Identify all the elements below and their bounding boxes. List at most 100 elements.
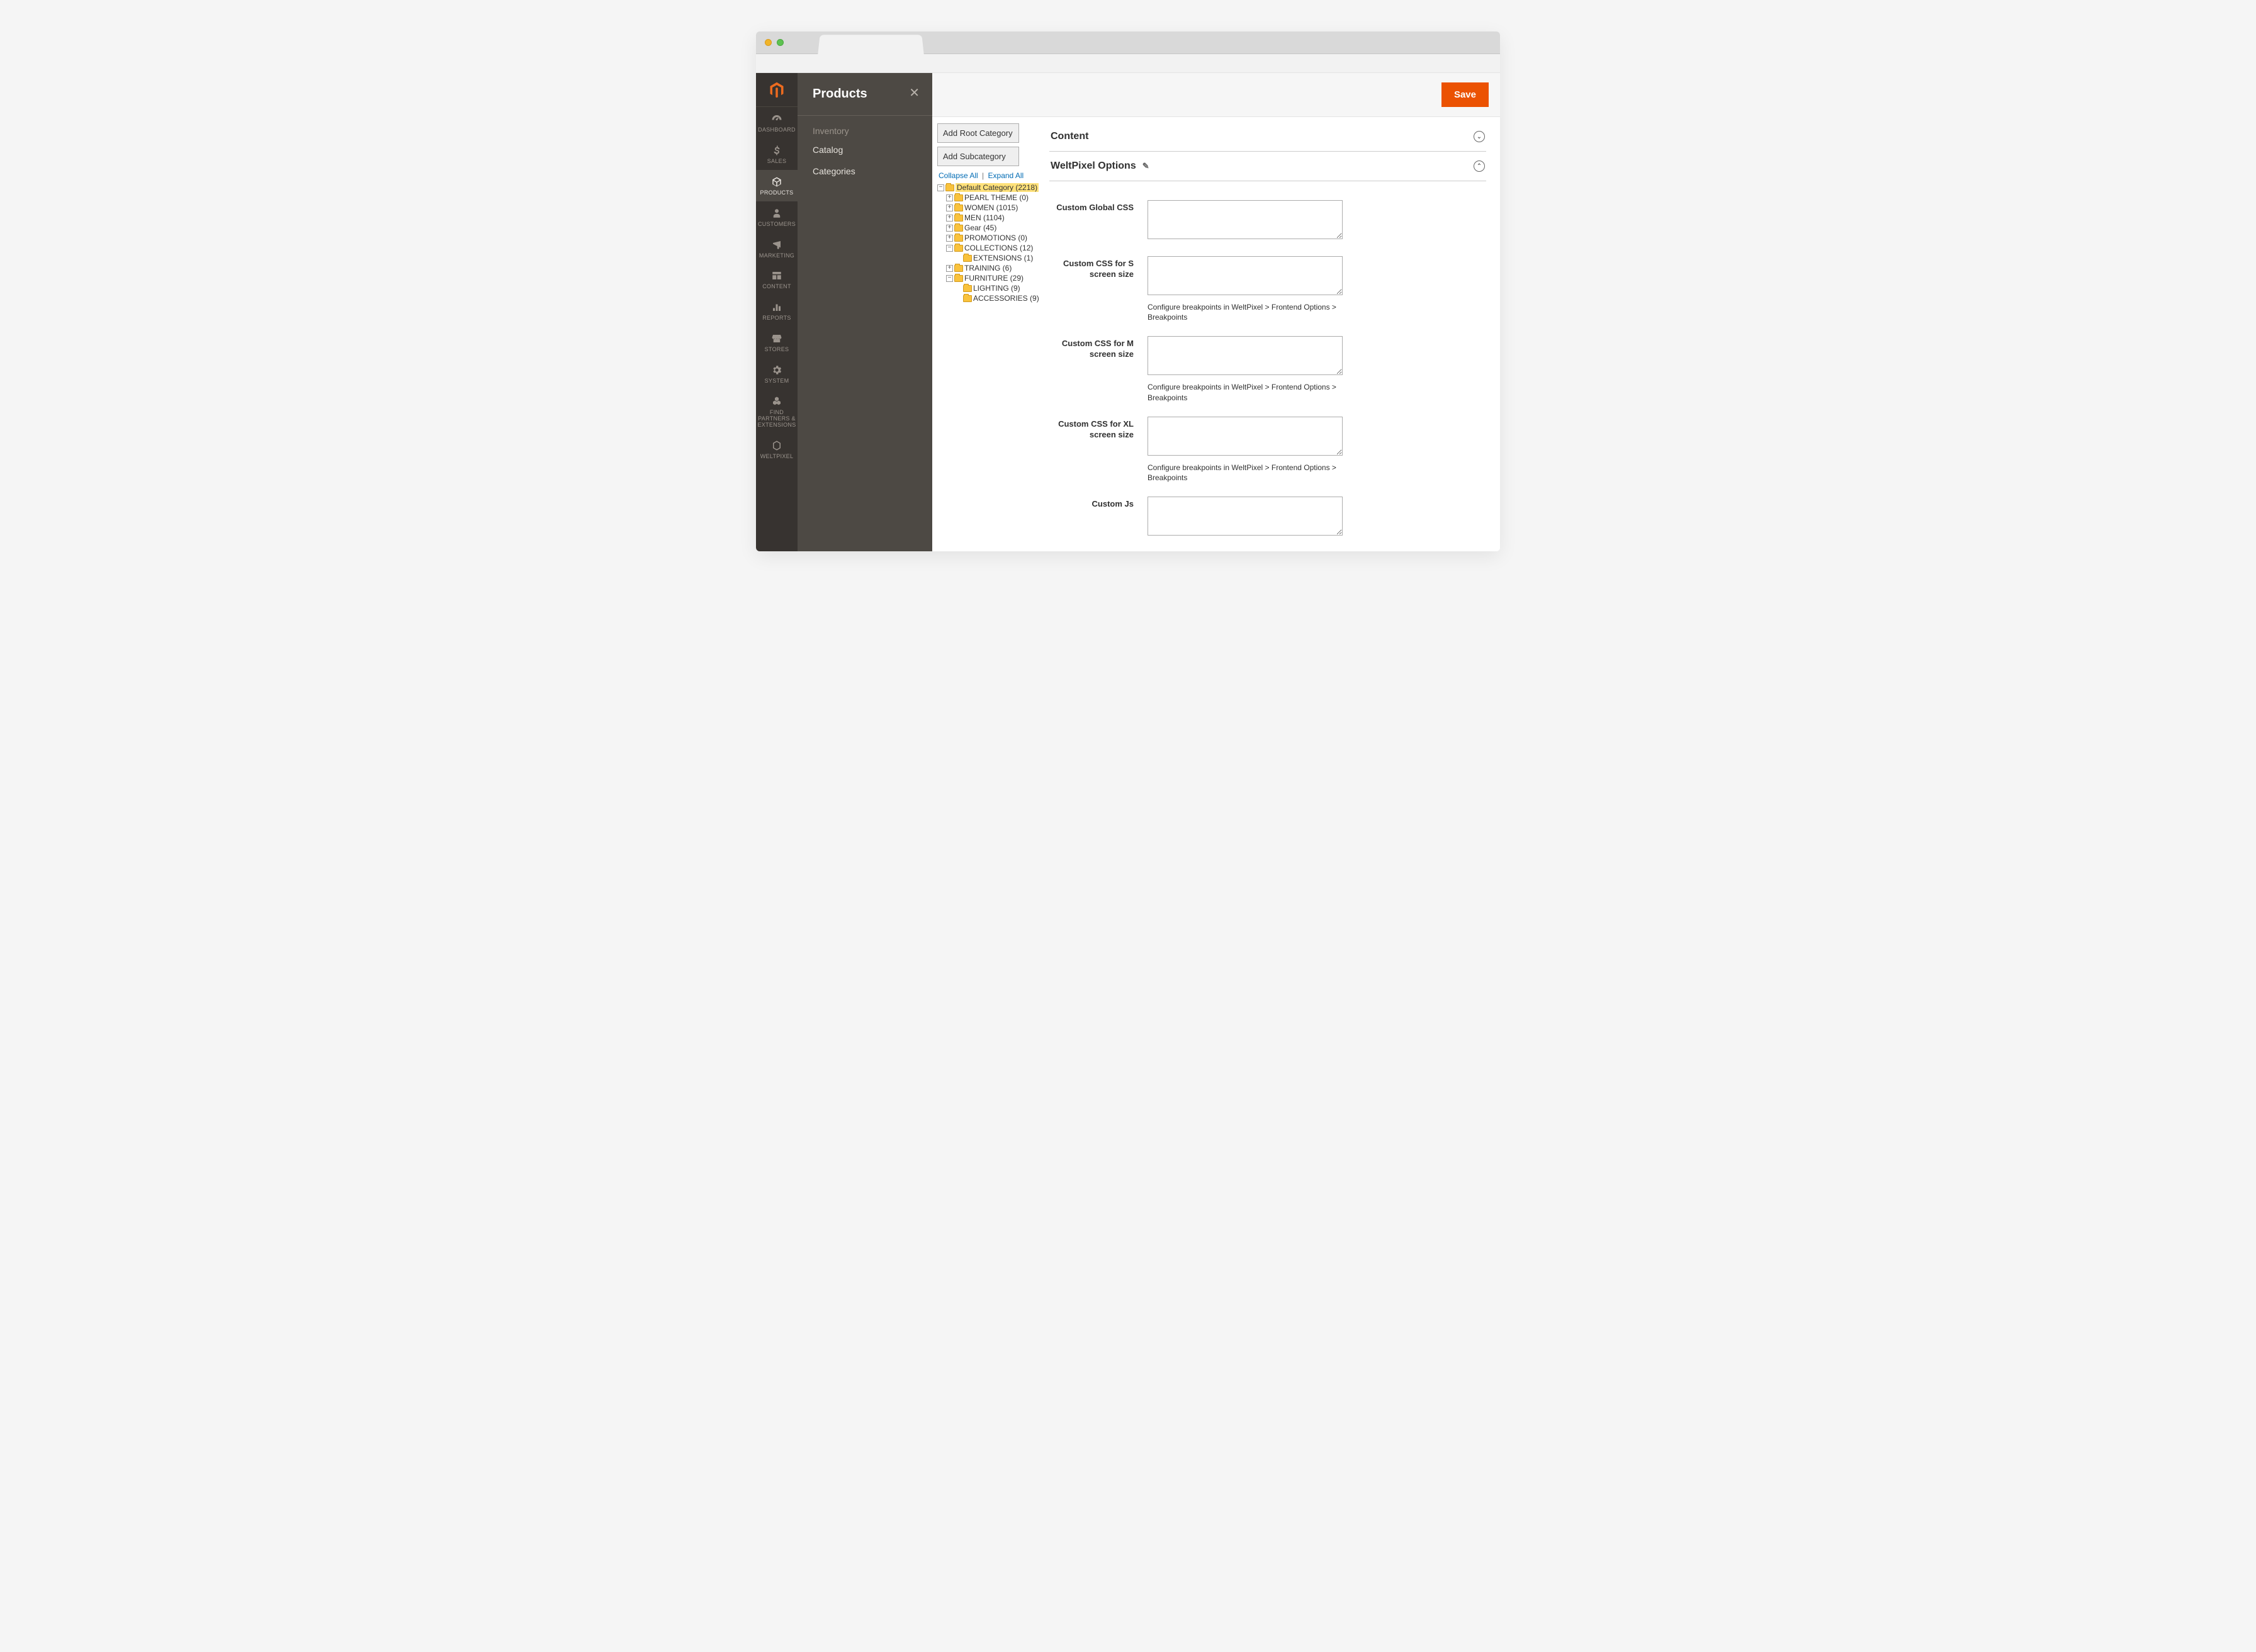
m-css-textarea[interactable]	[1148, 336, 1343, 375]
s-css-textarea[interactable]	[1148, 256, 1343, 295]
tree-node-label: WOMEN (1015)	[964, 203, 1018, 212]
expand-icon[interactable]: +	[946, 265, 953, 272]
collapse-icon[interactable]: −	[946, 245, 953, 252]
submenu-link-catalog[interactable]: Catalog	[813, 145, 917, 155]
field-body: Configure breakpoints in WeltPixel > Fro…	[1148, 256, 1355, 322]
rail-item-content[interactable]: CONTENT	[756, 264, 798, 295]
collapse-all-link[interactable]: Collapse All	[939, 171, 978, 180]
folder-icon	[954, 245, 963, 252]
rail-item-weltpixel[interactable]: WELTPIXEL	[756, 434, 798, 465]
folder-icon	[954, 275, 963, 282]
window-dot[interactable]	[765, 39, 772, 46]
chevron-up-icon: ⌃	[1474, 160, 1485, 172]
tree-node[interactable]: +Gear (45)	[946, 223, 1041, 233]
rail-item-stores[interactable]: STORES	[756, 327, 798, 358]
tree-node-root[interactable]: − Default Category (2218)	[937, 183, 1041, 193]
rail-label: CONTENT	[762, 284, 791, 290]
rail-item-products[interactable]: PRODUCTS	[756, 170, 798, 201]
section-weltpixel[interactable]: WeltPixel Options ✎ ⌃	[1049, 152, 1486, 181]
tree-node[interactable]: LIGHTING (9)	[955, 283, 1041, 293]
add-subcategory-button[interactable]: Add Subcategory	[937, 147, 1019, 166]
spacer	[955, 295, 962, 302]
rail-item-customers[interactable]: CUSTOMERS	[756, 201, 798, 233]
rail-label: CUSTOMERS	[758, 222, 796, 228]
page-topbar: Save	[932, 73, 1500, 117]
expand-icon[interactable]: +	[946, 205, 953, 211]
tree-node[interactable]: ACCESSORIES (9)	[955, 293, 1041, 303]
tree-node-label: EXTENSIONS (1)	[973, 254, 1033, 262]
expand-icon[interactable]: +	[946, 194, 953, 201]
box-icon	[771, 176, 782, 188]
person-icon	[771, 208, 782, 219]
browser-window: DASHBOARD SALES PRODUCTS CUSTOMERS MARKE…	[756, 31, 1500, 551]
field-global-css: Custom Global CSS	[1049, 200, 1486, 242]
browser-tab[interactable]	[818, 35, 923, 54]
browser-chrome-bar	[756, 31, 1500, 54]
add-root-category-button[interactable]: Add Root Category	[937, 123, 1019, 143]
expand-icon[interactable]: +	[946, 235, 953, 242]
rail-item-dashboard[interactable]: DASHBOARD	[756, 107, 798, 138]
magento-logo[interactable]	[756, 73, 798, 107]
folder-icon	[954, 205, 963, 211]
pencil-icon[interactable]: ✎	[1142, 161, 1149, 171]
close-icon[interactable]: ✕	[909, 87, 920, 99]
tree-node[interactable]: +PEARL THEME (0)	[946, 193, 1041, 203]
tree-node-label: LIGHTING (9)	[973, 284, 1020, 293]
section-content[interactable]: Content ⌄	[1049, 122, 1486, 152]
window-dot[interactable]	[777, 39, 784, 46]
xl-css-textarea[interactable]	[1148, 417, 1343, 456]
content-row: Add Root Category Add Subcategory Collap…	[932, 117, 1500, 551]
submenu-link-categories[interactable]: Categories	[813, 166, 917, 176]
expand-icon[interactable]: +	[946, 225, 953, 232]
tree-node-label: COLLECTIONS (12)	[964, 244, 1033, 252]
collapse-icon[interactable]: −	[937, 184, 944, 191]
global-css-textarea[interactable]	[1148, 200, 1343, 239]
rail-label: MARKETING	[759, 253, 794, 259]
field-hint: Configure breakpoints in WeltPixel > Fro…	[1148, 382, 1343, 402]
tree-node-label: MEN (1104)	[964, 213, 1005, 222]
field-m-css: Custom CSS for M screen size Configure b…	[1049, 336, 1486, 402]
rail-label: FIND PARTNERS & EXTENSIONS	[757, 410, 796, 429]
tree-node[interactable]: − COLLECTIONS (12)	[946, 243, 1041, 253]
window-controls	[765, 39, 784, 46]
collapse-icon[interactable]: −	[946, 275, 953, 282]
folder-icon	[954, 265, 963, 272]
field-label: Custom CSS for XL screen size	[1049, 417, 1148, 441]
field-xl-css: Custom CSS for XL screen size Configure …	[1049, 417, 1486, 483]
gauge-icon	[771, 113, 782, 125]
tree-node[interactable]: −FURNITURE (29)	[946, 273, 1041, 283]
folder-icon	[954, 194, 963, 201]
category-tree: − Default Category (2218) +PEARL THEME (…	[937, 183, 1041, 303]
bars-icon	[771, 301, 782, 313]
app-shell: DASHBOARD SALES PRODUCTS CUSTOMERS MARKE…	[756, 73, 1500, 551]
products-submenu: ✕ Products Inventory Catalog Categories	[798, 73, 932, 551]
save-button[interactable]: Save	[1441, 82, 1489, 107]
rail-label: SALES	[767, 159, 787, 165]
separator: |	[982, 171, 984, 180]
main-area: Save Add Root Category Add Subcategory C…	[932, 73, 1500, 551]
tree-node[interactable]: + WOMEN (1015)	[946, 203, 1041, 213]
tree-node[interactable]: +TRAINING (6)	[946, 263, 1041, 273]
tree-node[interactable]: +PROMOTIONS (0)	[946, 233, 1041, 243]
rail-item-sales[interactable]: SALES	[756, 138, 798, 170]
rail-item-marketing[interactable]: MARKETING	[756, 233, 798, 264]
rail-item-reports[interactable]: REPORTS	[756, 295, 798, 327]
field-label: Custom Global CSS	[1049, 200, 1148, 213]
form-panel: Content ⌄ WeltPixel Options ✎ ⌃ Custom G…	[1046, 117, 1500, 551]
admin-rail: DASHBOARD SALES PRODUCTS CUSTOMERS MARKE…	[756, 73, 798, 551]
browser-url-bar	[756, 54, 1500, 73]
rail-label: DASHBOARD	[758, 127, 796, 133]
tree-node[interactable]: + MEN (1104)	[946, 213, 1041, 223]
tree-node[interactable]: EXTENSIONS (1)	[955, 253, 1041, 263]
folder-icon	[963, 295, 972, 302]
expand-all-link[interactable]: Expand All	[988, 171, 1024, 180]
section-title: Content	[1051, 131, 1088, 142]
rail-label: WELTPIXEL	[760, 454, 794, 460]
megaphone-icon	[771, 239, 782, 250]
rail-item-system[interactable]: SYSTEM	[756, 358, 798, 390]
cubes-icon	[771, 396, 782, 407]
field-hint: Configure breakpoints in WeltPixel > Fro…	[1148, 302, 1343, 322]
rail-item-partners[interactable]: FIND PARTNERS & EXTENSIONS	[756, 390, 798, 434]
custom-js-textarea[interactable]	[1148, 497, 1343, 536]
expand-icon[interactable]: +	[946, 215, 953, 222]
